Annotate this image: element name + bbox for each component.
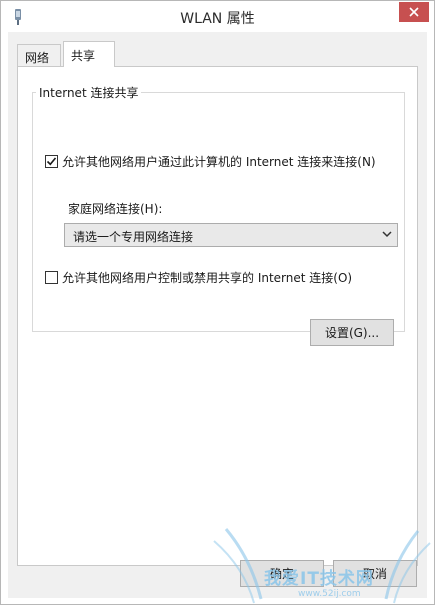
title-bar[interactable]: WLAN 属性 — [1, 1, 434, 32]
allow-sharing-checkbox[interactable] — [45, 155, 58, 168]
close-icon — [409, 7, 419, 17]
allow-control-label: 允许其他网络用户控制或禁用共享的 Internet 连接(O) — [62, 271, 353, 285]
window-title: WLAN 属性 — [180, 11, 255, 27]
close-button[interactable] — [399, 2, 429, 22]
sharing-panel: Internet 连接共享 允许其他网络用户通过此计算机的 Internet 连… — [17, 66, 418, 566]
home-network-select[interactable]: 请选一个专用网络连接 — [64, 223, 398, 247]
ok-button[interactable]: 确定 — [240, 560, 324, 587]
allow-control-option[interactable]: 允许其他网络用户控制或禁用共享的 Internet 连接(O) — [45, 269, 352, 286]
home-network-label: 家庭网络连接(H): — [68, 202, 163, 216]
tab-network[interactable]: 网络 — [17, 44, 61, 66]
settings-button[interactable]: 设置(G)... — [310, 319, 394, 346]
home-network-value: 请选一个专用网络连接 — [73, 230, 194, 244]
group-label: Internet 连接共享 — [36, 84, 142, 101]
checkmark-icon — [46, 157, 57, 166]
dialog-body: 网络 共享 Internet 连接共享 允许其他网络用户通过此计算机的 Inte… — [8, 32, 427, 598]
allow-sharing-option[interactable]: 允许其他网络用户通过此计算机的 Internet 连接来连接(N) — [45, 153, 376, 170]
chevron-down-icon — [382, 231, 392, 238]
cancel-button[interactable]: 取消 — [333, 560, 417, 587]
properties-window: WLAN 属性 网络 共享 Internet 连接共享 允许其他网络用户通过此计… — [0, 0, 435, 605]
tab-sharing[interactable]: 共享 — [63, 41, 115, 67]
allow-control-checkbox[interactable] — [45, 271, 58, 284]
allow-sharing-label: 允许其他网络用户通过此计算机的 Internet 连接来连接(N) — [62, 155, 376, 169]
